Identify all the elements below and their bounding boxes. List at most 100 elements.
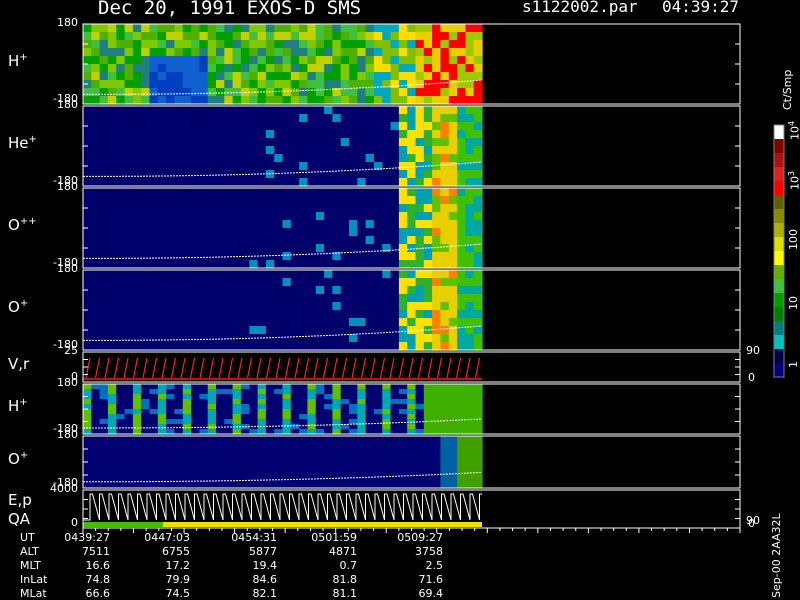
spectrogram-cell	[216, 399, 225, 405]
spectrogram-cell	[423, 302, 433, 311]
spectrogram-cell	[423, 170, 433, 179]
spectrogram-cell	[274, 80, 284, 89]
spectrogram-cell	[166, 154, 175, 163]
spectrogram-cell	[432, 154, 441, 163]
spectrogram-cell	[107, 394, 117, 400]
spectrogram-cell	[182, 96, 192, 105]
spectrogram-cell	[257, 130, 267, 139]
spectrogram-cell	[473, 394, 483, 400]
spectrogram-cell	[116, 270, 126, 279]
spectrogram-cell	[274, 244, 284, 253]
spectrogram-cell	[398, 56, 408, 65]
spectrogram-cell	[365, 384, 375, 390]
spectrogram-cell	[166, 310, 175, 319]
footer-cell: 0439:27	[64, 531, 110, 544]
spectrogram-cell	[407, 436, 417, 442]
spectrogram-cell	[398, 252, 408, 261]
spectrogram-cell	[307, 138, 317, 147]
spectrogram-cell	[448, 196, 458, 205]
spectrogram-cell	[199, 244, 209, 253]
spectrogram-cell	[116, 462, 126, 468]
spectrogram-cell	[373, 130, 383, 139]
spectrogram-cell	[315, 310, 325, 319]
spectrogram-cell	[307, 342, 317, 351]
spectrogram-cell	[107, 441, 117, 447]
spectrogram-cell	[240, 48, 250, 57]
spectrogram-cell	[99, 80, 109, 89]
spectrogram-cell	[357, 326, 367, 335]
spectrogram-cell	[357, 260, 367, 269]
spectrogram-cell	[83, 451, 92, 458]
spectrogram-cell	[407, 294, 417, 303]
spectrogram-cell	[324, 302, 333, 311]
spectrogram-cell	[182, 88, 192, 97]
spectrogram-cell	[207, 278, 217, 287]
spectrogram-cell	[390, 130, 400, 139]
spectrogram-cell	[99, 318, 109, 327]
spectrogram-cell	[432, 286, 441, 295]
spectrogram-cell	[282, 220, 292, 229]
spectrogram-cell	[265, 236, 275, 245]
spectrogram-cell	[91, 48, 101, 57]
spectrogram-cell	[332, 451, 342, 458]
spectrogram-cell	[315, 404, 325, 410]
spectrogram-cell	[415, 286, 425, 295]
spectrogram-cell	[340, 310, 350, 319]
spectrogram-cell	[257, 404, 267, 410]
spectrogram-cell	[99, 394, 109, 400]
spectrogram-cell	[282, 122, 292, 131]
spectrogram-cell	[332, 154, 342, 163]
spectrogram-cell	[240, 56, 250, 65]
spectrogram-cell	[240, 212, 250, 221]
spectrogram-cell	[349, 40, 358, 49]
spectrogram-cell	[141, 80, 151, 89]
spectrogram-cell	[124, 462, 134, 468]
spectrogram-cell	[373, 138, 383, 147]
spectrogram-cell	[166, 302, 175, 311]
spectrogram-cell	[357, 228, 367, 237]
spectrogram-cell	[116, 162, 126, 171]
spectrogram-cell	[315, 462, 325, 468]
spectrogram-cell	[207, 419, 217, 425]
spectrogram-cell	[315, 414, 325, 420]
spectrogram-cell	[299, 154, 308, 163]
spectrogram-cell	[249, 318, 259, 327]
spectrogram-cell	[432, 96, 441, 105]
spectrogram-cell	[216, 436, 225, 442]
footer-row-label: InLat	[20, 573, 48, 586]
spectrogram-cell	[332, 204, 342, 213]
spectrogram-cell	[124, 404, 134, 410]
spectrogram-cell	[83, 477, 92, 484]
spectrogram-cell	[407, 130, 417, 139]
spectrogram-cell	[299, 399, 308, 405]
spectrogram-cell	[107, 436, 117, 442]
spectrogram-cell	[91, 154, 101, 163]
spectrogram-cell	[124, 40, 134, 49]
spectrogram-cell	[473, 302, 483, 311]
spectrogram-cell	[191, 178, 200, 187]
spectrogram-cell	[191, 414, 200, 420]
spectrogram-cell	[116, 72, 126, 81]
spectrogram-cell	[382, 138, 392, 147]
spectrogram-cell	[473, 462, 483, 468]
spectrogram-cell	[315, 446, 325, 453]
spectrogram-cell	[357, 441, 367, 447]
spectrogram-cell	[216, 236, 225, 245]
spectrogram-cell	[216, 220, 225, 229]
spectrogram-cell	[407, 32, 417, 41]
spectrogram-cell	[290, 154, 300, 163]
spectrogram-cell	[473, 472, 483, 479]
spectrogram-cell	[398, 188, 408, 197]
spectrogram-cell	[299, 170, 308, 179]
spectrogram-cell	[157, 220, 167, 229]
spectrogram-cell	[166, 477, 175, 484]
spectrogram-cell	[191, 40, 200, 49]
spectrogram-cell	[207, 122, 217, 131]
spectrogram-cell	[116, 436, 126, 442]
spectrogram-cell	[141, 122, 151, 131]
spectrogram-cell	[199, 294, 209, 303]
spectrogram-cell	[349, 294, 358, 303]
spectrogram-cell	[216, 451, 225, 458]
spectrogram-cell	[407, 446, 417, 453]
spectrogram-cell	[141, 404, 151, 410]
